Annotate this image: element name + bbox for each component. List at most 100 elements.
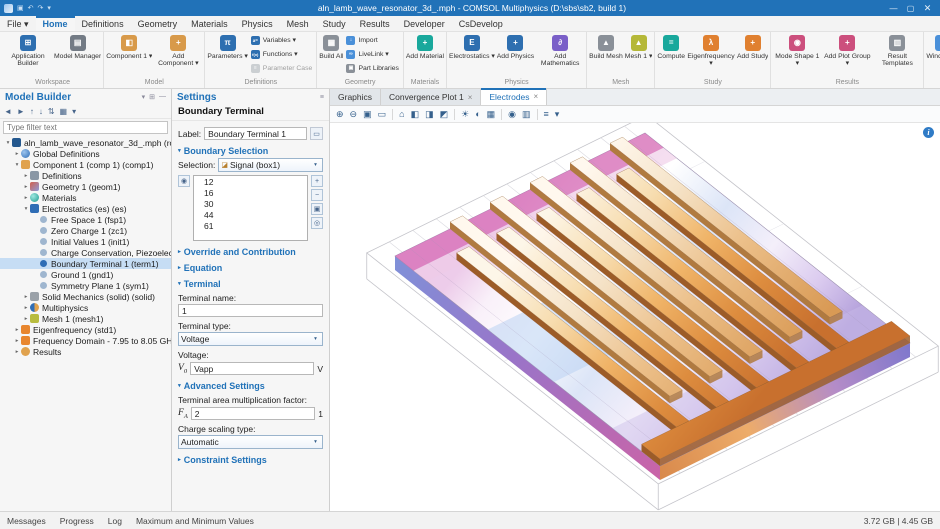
tree-item[interactable]: ▸ Results xyxy=(0,346,171,357)
separator[interactable] xyxy=(501,109,502,120)
ribbon-button[interactable]: Build All xyxy=(318,33,344,77)
ribbon-button[interactable]: Mode Shape 1 ▾ xyxy=(772,33,822,77)
separator[interactable] xyxy=(454,109,455,120)
graphics-tab[interactable]: Electrodes × xyxy=(481,88,547,105)
ribbon-button[interactable]: Electrostatics ▾ xyxy=(448,33,496,77)
forward-icon[interactable]: ► xyxy=(17,107,25,116)
label-input[interactable] xyxy=(204,127,307,140)
selection-entry[interactable]: 30 xyxy=(194,199,307,210)
tree-caret-icon[interactable]: ▾ xyxy=(4,140,12,146)
more-view-options-icon[interactable]: ▾ xyxy=(555,109,560,120)
model-tree-node-options-icon[interactable]: ▦ xyxy=(60,107,68,116)
menu-item[interactable]: Mesh xyxy=(280,16,316,31)
status-tab[interactable]: Maximum and Minimum Values xyxy=(136,516,254,526)
collapse-panel-icon[interactable]: — xyxy=(159,93,166,101)
more-options-icon[interactable]: ▾ xyxy=(72,107,76,116)
boundary-selection-list[interactable]: 1216304461 xyxy=(193,175,308,241)
filter-input[interactable] xyxy=(3,121,168,134)
ribbon-button[interactable]: Application Builder xyxy=(3,33,53,77)
separator[interactable] xyxy=(537,109,538,120)
zoom-box-icon[interactable]: ▭ xyxy=(378,109,387,120)
menu-item[interactable]: CsDevelop xyxy=(452,16,510,31)
section-equation[interactable]: ▸ Equation xyxy=(178,263,323,273)
tree-item[interactable]: ▸ Eigenfrequency (std1) xyxy=(0,324,171,335)
tree-caret-icon[interactable]: ▸ xyxy=(22,173,30,179)
tree-item[interactable]: ▸ Solid Mechanics (solid) (solid) xyxy=(0,291,171,302)
menu-item[interactable]: Results xyxy=(353,16,397,31)
tree-caret-icon[interactable]: ▸ xyxy=(13,151,21,157)
tree-item[interactable]: ▸ Multiphysics xyxy=(0,302,171,313)
info-badge[interactable]: i xyxy=(923,127,934,138)
add-to-selection-button[interactable]: + xyxy=(311,175,323,187)
image-snapshot-icon[interactable]: ◉ xyxy=(508,109,516,120)
separator[interactable] xyxy=(392,109,393,120)
tree-item[interactable]: Zero Charge 1 (zc1) xyxy=(0,225,171,236)
tree-item[interactable]: Ground 1 (gnd1) xyxy=(0,269,171,280)
selection-entry[interactable]: 12 xyxy=(194,177,307,188)
graphics-tab[interactable]: Convergence Plot 1 × xyxy=(381,89,481,105)
tree-item[interactable]: Symmetry Plane 1 (sym1) xyxy=(0,280,171,291)
tree-caret-icon[interactable]: ▸ xyxy=(22,305,30,311)
ribbon-button[interactable]: Model Manager xyxy=(53,33,102,77)
section-advanced-settings[interactable]: ▾ Advanced Settings xyxy=(178,381,323,391)
plot-settings-icon[interactable]: ≡ xyxy=(544,109,549,119)
quick-access-menu-icon[interactable]: ▾ xyxy=(47,4,51,12)
ribbon-button[interactable]: Parameter Case xyxy=(249,61,316,75)
tree-item[interactable]: ▸ Materials xyxy=(0,192,171,203)
rename-icon[interactable]: ▭ xyxy=(310,127,323,140)
section-override-and-contribution[interactable]: ▸ Override and Contribution xyxy=(178,247,323,257)
back-icon[interactable]: ◄ xyxy=(4,107,12,116)
section-constraint-settings[interactable]: ▸ Constraint Settings xyxy=(178,455,323,465)
selection-entry[interactable]: 16 xyxy=(194,188,307,199)
tree-caret-icon[interactable]: ▸ xyxy=(13,338,21,344)
zoom-out-icon[interactable]: ⊖ xyxy=(350,109,358,120)
tree-item[interactable]: ▾ Component 1 (comp 1) (comp1) xyxy=(0,159,171,170)
tree-item[interactable]: ▸ Mesh 1 (mesh1) xyxy=(0,313,171,324)
status-tab[interactable]: Log xyxy=(108,516,122,526)
zoom-in-icon[interactable]: ⊕ xyxy=(336,109,344,120)
menu-item[interactable]: Physics xyxy=(235,16,280,31)
detach-panel-icon[interactable]: ⊞ xyxy=(149,93,155,101)
zoom-extents-icon[interactable]: ▣ xyxy=(363,109,372,120)
wireframe-rendering-icon[interactable]: ▦ xyxy=(487,109,496,120)
go-to-default-view-icon[interactable]: ⌂ xyxy=(399,109,404,119)
tree-item[interactable]: ▾ aln_lamb_wave_resonator_3d_.mph (root) xyxy=(0,137,171,148)
ribbon-button[interactable]: Add Component ▾ xyxy=(153,33,203,77)
move-up-icon[interactable]: ↑ xyxy=(30,107,34,116)
print-icon[interactable]: ▥ xyxy=(522,109,531,120)
tree-item[interactable]: Initial Values 1 (init1) xyxy=(0,236,171,247)
ribbon-button[interactable]: Add Plot Group ▾ xyxy=(822,33,872,77)
zoom-to-selection-button[interactable]: ◎ xyxy=(311,217,323,229)
tree-item[interactable]: Charge Conservation, Piezoelectric 1 xyxy=(0,247,171,258)
charge-scaling-dropdown[interactable]: Automatic ▾ xyxy=(178,435,323,449)
tree-item[interactable]: ▾ Electrostatics (es) (es) xyxy=(0,203,171,214)
section-terminal[interactable]: ▾ Terminal xyxy=(178,279,323,289)
menu-item[interactable]: Definitions xyxy=(75,16,131,31)
voltage-input[interactable] xyxy=(190,362,314,375)
selection-entry[interactable]: 61 xyxy=(194,221,307,232)
move-down-icon[interactable]: ↓ xyxy=(39,107,43,116)
menu-item[interactable]: Materials xyxy=(184,16,235,31)
view-left-icon[interactable]: ◧ xyxy=(411,109,420,120)
tree-caret-icon[interactable]: ▸ xyxy=(22,294,30,300)
transparency-icon[interactable]: ◐ xyxy=(475,109,480,119)
tree-caret-icon[interactable]: ▸ xyxy=(13,327,21,333)
tree-caret-icon[interactable]: ▸ xyxy=(22,316,30,322)
sort-icon[interactable]: ⇅ xyxy=(48,107,55,116)
ribbon-button[interactable]: Import xyxy=(344,33,401,47)
redo-icon[interactable]: ↷ xyxy=(38,4,44,12)
tree-caret-icon[interactable]: ▾ xyxy=(22,206,30,212)
tree-caret-icon[interactable]: ▸ xyxy=(22,195,30,201)
selection-dropdown[interactable]: ◪ Signal (box1) ▾ xyxy=(218,158,323,172)
tab-close-icon[interactable]: × xyxy=(468,93,473,102)
terminal-name-input[interactable] xyxy=(178,304,323,317)
menu-item[interactable]: Developer xyxy=(397,16,452,31)
menu-item[interactable]: Study xyxy=(316,16,353,31)
tree-item[interactable]: ▸ Frequency Domain - 7.95 to 8.05 GHz (s… xyxy=(0,335,171,346)
graphics-canvas[interactable]: i xyxy=(330,123,940,511)
selection-entry[interactable]: 44 xyxy=(194,210,307,221)
ribbon-button[interactable]: LiveLink ▾ xyxy=(344,47,401,61)
ribbon-button[interactable]: Add Physics xyxy=(496,33,535,77)
ribbon-button[interactable]: Add Material xyxy=(405,33,445,77)
section-boundary-selection[interactable]: ▾ Boundary Selection xyxy=(178,146,323,156)
